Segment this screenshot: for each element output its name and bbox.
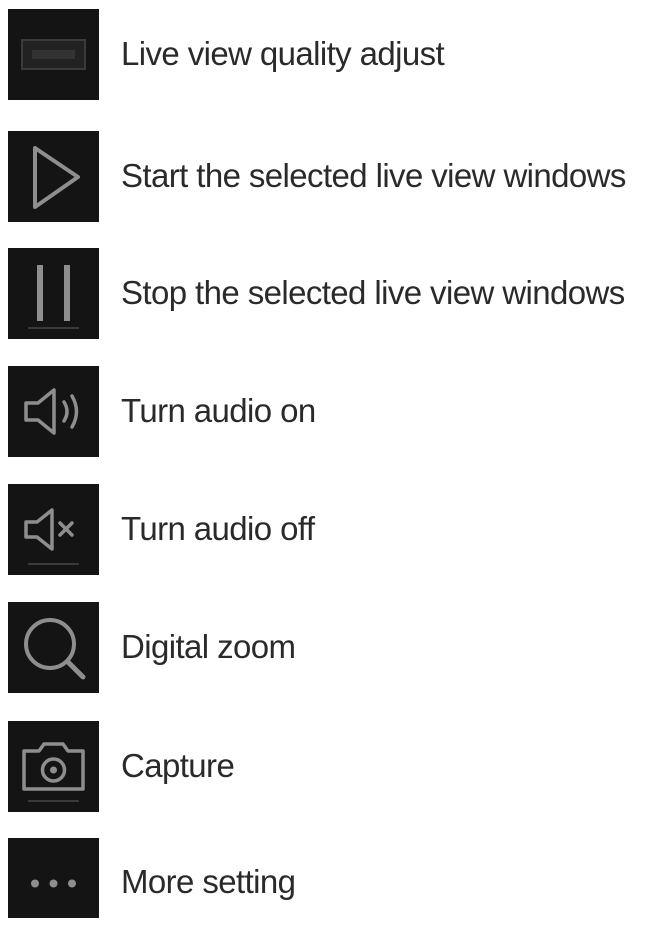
pause-icon — [8, 248, 99, 339]
speaker-on-icon — [8, 366, 99, 457]
legend-item-start: Start the selected live view windows — [8, 131, 668, 223]
legend-label-capture: Capture — [121, 747, 235, 784]
legend-item-quality: Live view quality adjust — [8, 9, 668, 101]
legend-label-stop: Stop the selected live view windows — [121, 274, 625, 311]
legend-label-start: Start the selected live view windows — [121, 157, 626, 194]
legend-label-quality: Live view quality adjust — [121, 35, 445, 72]
ellipsis-icon — [8, 838, 99, 918]
legend-label-audio-on: Turn audio on — [121, 392, 316, 429]
legend-item-zoom: Digital zoom — [8, 602, 668, 694]
legend-item-audio-on: Turn audio on — [8, 366, 668, 458]
legend-item-more: More setting — [8, 838, 668, 918]
legend-item-stop: Stop the selected live view windows — [8, 248, 668, 340]
legend-label-more: More setting — [121, 863, 296, 900]
camera-icon — [8, 721, 99, 812]
speaker-mute-icon — [8, 484, 99, 575]
legend-item-capture: Capture — [8, 721, 668, 813]
legend-label-audio-off: Turn audio off — [121, 510, 315, 547]
magnifier-icon — [8, 602, 99, 693]
legend-label-zoom: Digital zoom — [121, 628, 296, 665]
play-icon — [8, 131, 99, 222]
quality-icon — [8, 9, 99, 100]
legend-item-audio-off: Turn audio off — [8, 484, 668, 576]
